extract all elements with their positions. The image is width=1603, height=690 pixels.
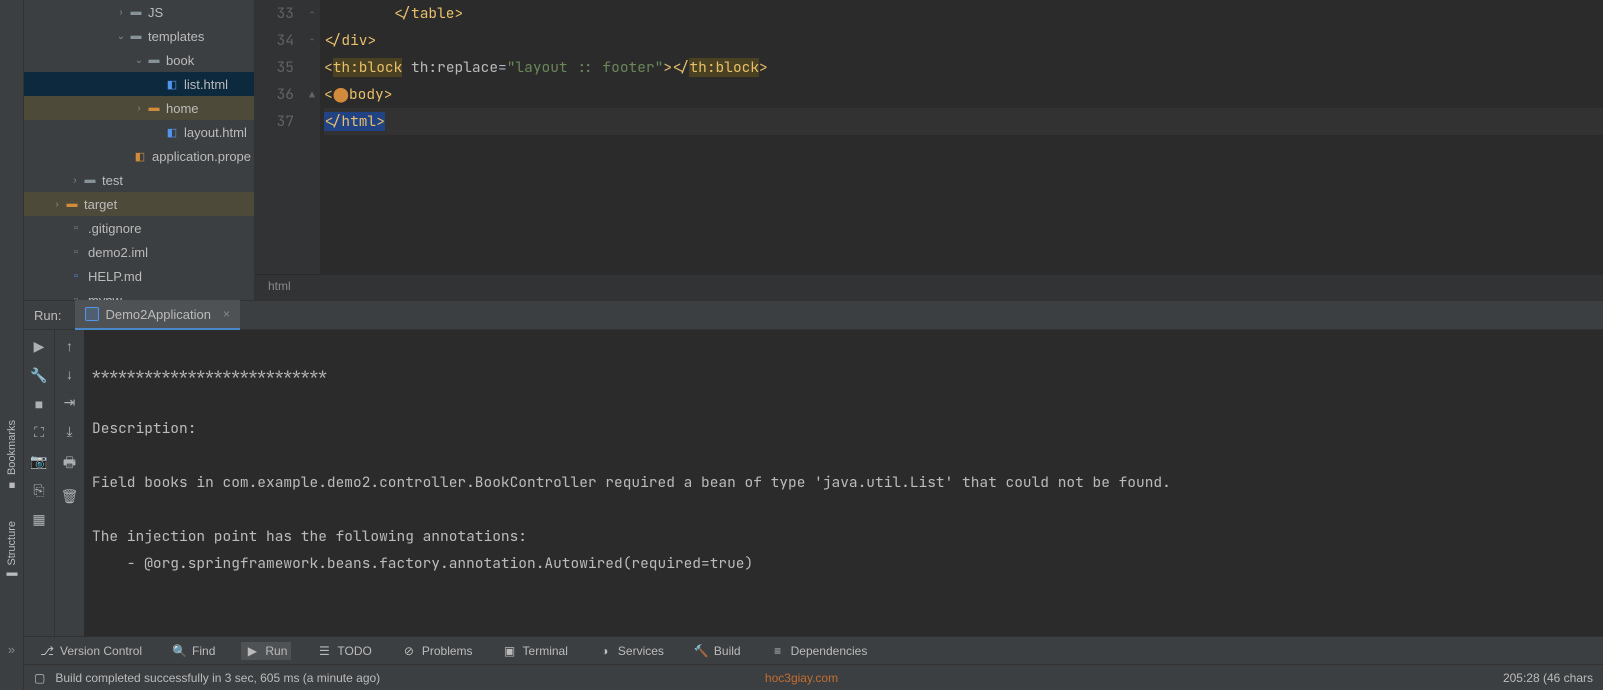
tree-item-help-md[interactable]: ▫HELP.md: [24, 264, 254, 288]
run-panel: ▶ 🔧 ■ ⛶ 📷 ⎘ ▦ ↑ ↓ ⇥ ⤓ 🖶 🗑 **************…: [24, 330, 1603, 636]
run-tab-demo2[interactable]: Demo2Application ×: [75, 300, 240, 330]
wrap-icon[interactable]: ⇥: [64, 394, 76, 411]
tool-todo[interactable]: ☰TODO: [313, 642, 375, 660]
code-area[interactable]: </table> </div> <th:block th:replace="la…: [320, 0, 1603, 274]
trash-icon[interactable]: 🗑: [61, 488, 79, 505]
tool-dependencies[interactable]: ≡Dependencies: [767, 642, 872, 660]
dump-icon[interactable]: ⛶: [34, 424, 44, 441]
print-icon[interactable]: 🖶: [63, 452, 76, 476]
tool-services[interactable]: ◑Services: [594, 642, 668, 660]
tree-item-home[interactable]: ›▬home: [24, 96, 254, 120]
breadcrumb[interactable]: html: [254, 274, 1603, 300]
tool-terminal[interactable]: ▣Terminal: [499, 642, 572, 660]
status-message: Build completed successfully in 3 sec, 6…: [55, 671, 380, 685]
editor[interactable]: 33 34 35 36 37 ⌃⌃▲ </table> </div> <th:b…: [254, 0, 1603, 300]
down-icon[interactable]: ↓: [66, 366, 73, 382]
up-icon[interactable]: ↑: [66, 338, 73, 354]
tool-build[interactable]: 🔨Build: [690, 642, 745, 660]
project-tree[interactable]: ›▬JS ⌄▬templates ⌄▬book ◧list.html ›▬hom…: [24, 0, 254, 300]
tree-item-app-props[interactable]: ◧application.prope: [24, 144, 254, 168]
layout-icon[interactable]: ▦: [32, 511, 45, 528]
left-tool-rail: ■ Bookmarks ▬ Structure »: [0, 0, 24, 690]
run-panel-header: Run: Demo2Application ×: [24, 300, 1603, 330]
tool-find[interactable]: 🔍Find: [168, 642, 219, 660]
bookmarks-tool[interactable]: ■ Bookmarks: [6, 420, 18, 491]
status-bar: ▢ Build completed successfully in 3 sec,…: [24, 664, 1603, 690]
tree-item-templates[interactable]: ⌄▬templates: [24, 24, 254, 48]
status-icon[interactable]: ▢: [34, 671, 45, 685]
tree-item-layout-html[interactable]: ◧layout.html: [24, 120, 254, 144]
fold-column[interactable]: ⌃⌃▲: [304, 0, 320, 274]
caret-position: 205:28 (46 chars: [1503, 671, 1593, 685]
tool-problems[interactable]: ⊘Problems: [398, 642, 477, 660]
line-gutter: 33 34 35 36 37: [254, 0, 304, 274]
console-output[interactable]: *************************** Description:…: [84, 330, 1603, 636]
run-label: Run:: [24, 308, 75, 323]
tree-item-mvnw[interactable]: ▫mvnw: [24, 288, 254, 300]
spring-icon: [85, 307, 99, 321]
more-tools-icon[interactable]: »: [8, 642, 15, 657]
exit-icon[interactable]: ⎘: [33, 482, 44, 499]
structure-tool[interactable]: ▬ Structure: [6, 521, 18, 582]
bottom-tool-strip: ⎇Version Control 🔍Find ▶Run ☰TODO ⊘Probl…: [24, 636, 1603, 664]
run-tool-col-1: ▶ 🔧 ■ ⛶ 📷 ⎘ ▦: [24, 330, 54, 636]
settings-icon[interactable]: 🔧: [30, 367, 47, 384]
rerun-icon[interactable]: ▶: [34, 338, 45, 355]
tree-item-gitignore[interactable]: ▫.gitignore: [24, 216, 254, 240]
tree-item-test[interactable]: ›▬test: [24, 168, 254, 192]
run-tool-col-2: ↑ ↓ ⇥ ⤓ 🖶 🗑: [54, 330, 84, 636]
tree-item-list-html[interactable]: ◧list.html: [24, 72, 254, 96]
close-tab-icon[interactable]: ×: [223, 307, 230, 321]
scroll-icon[interactable]: ⤓: [66, 423, 72, 440]
stop-icon[interactable]: ■: [35, 396, 43, 412]
tool-version-control[interactable]: ⎇Version Control: [36, 642, 146, 660]
tree-item-target[interactable]: ›▬target: [24, 192, 254, 216]
tree-item-book[interactable]: ⌄▬book: [24, 48, 254, 72]
camera-icon[interactable]: 📷: [30, 453, 47, 470]
tool-run[interactable]: ▶Run: [241, 642, 291, 660]
tree-item-demo2-iml[interactable]: ▫demo2.iml: [24, 240, 254, 264]
tree-item-js[interactable]: ›▬JS: [24, 0, 254, 24]
watermark-link: hoc3giay.com: [765, 671, 838, 685]
